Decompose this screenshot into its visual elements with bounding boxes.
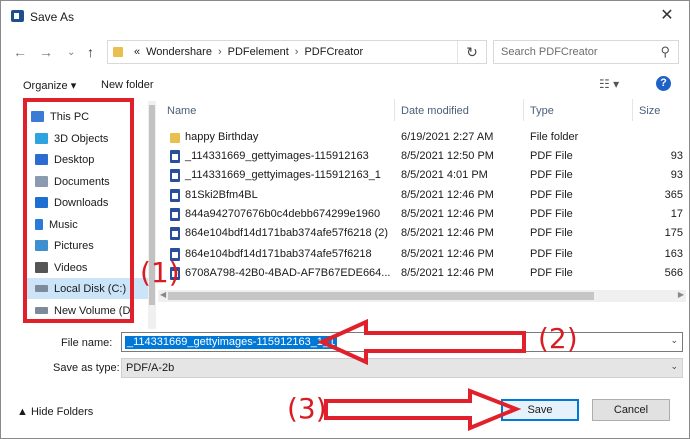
back-arrow-icon[interactable]: ←: [13, 44, 27, 60]
file-name: 81Ski2Bfm4BL: [185, 189, 258, 201]
file-size: 93: [670, 150, 683, 162]
folder-icon: [170, 133, 180, 143]
file-row[interactable]: 844a942707676b0c4debb674299e1960 8/5/202…: [158, 205, 686, 224]
search-placeholder: Search PDFCreator: [501, 46, 598, 58]
column-header-size[interactable]: Size: [639, 105, 660, 117]
file-type: PDF File: [530, 169, 573, 181]
dialog-title: Save As: [30, 10, 75, 24]
column-divider[interactable]: [632, 99, 633, 121]
horizontal-scrollbar[interactable]: ◀ ▶: [158, 290, 686, 302]
annotation-label-1: (1): [140, 256, 180, 289]
file-size: 365: [664, 189, 683, 201]
pdf-file-icon: [170, 169, 180, 182]
search-icon: ⚲: [660, 44, 670, 59]
file-date: 8/5/2021 12:46 PM: [401, 248, 494, 260]
folder-icon: [113, 47, 123, 57]
file-date: 8/5/2021 12:46 PM: [401, 208, 494, 220]
file-name: 6708A798-42B0-4BAD-AF7B67EDE664...: [185, 267, 391, 279]
pdf-file-icon: [170, 227, 180, 240]
file-row[interactable]: 6708A798-42B0-4BAD-AF7B67EDE664... 8/5/2…: [158, 264, 686, 283]
forward-arrow-icon[interactable]: →: [39, 44, 53, 60]
file-list: Name Date modified Type Size happy Birth…: [158, 97, 686, 297]
breadcrumb-wondershare[interactable]: Wondershare: [146, 46, 212, 58]
file-row[interactable]: _114331669_gettyimages-115912163_1 8/5/2…: [158, 166, 686, 185]
sidebar-scrollbar[interactable]: [148, 101, 156, 329]
file-size: 163: [664, 248, 683, 260]
column-divider[interactable]: [523, 99, 524, 121]
file-name: happy Birthday: [185, 131, 259, 143]
file-type: PDF File: [530, 267, 573, 279]
hide-folders-button[interactable]: ▲ Hide Folders: [17, 406, 93, 418]
scroll-right-icon[interactable]: ▶: [678, 290, 684, 299]
column-header-name[interactable]: Name: [167, 105, 196, 117]
recent-locations-icon[interactable]: ⌄: [67, 47, 75, 58]
chevron-down-icon[interactable]: ⌄: [670, 361, 678, 372]
file-date: 8/5/2021 12:46 PM: [401, 227, 494, 239]
file-row[interactable]: 864e104bdf14d171bab374afe57f6218 (2) 8/5…: [158, 224, 686, 243]
scroll-left-icon[interactable]: ◀: [160, 290, 166, 299]
organize-button[interactable]: Organize ▾: [23, 79, 76, 92]
savetype-value: PDF/A-2b: [126, 362, 175, 374]
close-button[interactable]: ✕: [651, 5, 683, 29]
file-type: PDF File: [530, 189, 573, 201]
file-row[interactable]: 81Ski2Bfm4BL 8/5/2021 12:46 PM PDF File …: [158, 186, 686, 205]
app-icon: [11, 10, 24, 22]
scrollbar-thumb[interactable]: [168, 292, 594, 300]
breadcrumb-pdfcreator[interactable]: PDFCreator: [304, 46, 363, 58]
file-date: 8/5/2021 12:50 PM: [401, 150, 494, 162]
file-type: PDF File: [530, 248, 573, 260]
chevron-down-icon[interactable]: ⌄: [670, 335, 678, 346]
breadcrumb: « Wondershare › PDFelement › PDFCreator: [134, 46, 363, 58]
file-row-folder[interactable]: happy Birthday 6/19/2021 2:27 AM File fo…: [158, 128, 686, 147]
annotation-label-3: (3): [287, 392, 327, 425]
annotation-box-1: [23, 98, 134, 323]
file-type: File folder: [530, 131, 579, 143]
file-size: 175: [664, 227, 683, 239]
annotation-arrow-3: [324, 388, 522, 431]
new-folder-button[interactable]: New folder: [101, 79, 154, 91]
savetype-label: Save as type:: [53, 362, 120, 374]
file-date: 8/5/2021 4:01 PM: [401, 169, 488, 181]
search-input[interactable]: Search PDFCreator ⚲: [493, 40, 679, 64]
file-type: PDF File: [530, 227, 573, 239]
pdf-file-icon: [170, 208, 180, 221]
file-name: 864e104bdf14d171bab374afe57f6218: [185, 248, 372, 260]
file-name: 844a942707676b0c4debb674299e1960: [185, 208, 381, 220]
title-bar: Save As ✕: [1, 1, 689, 31]
address-bar[interactable]: « Wondershare › PDFelement › PDFCreator: [107, 40, 487, 64]
file-size: 566: [664, 267, 683, 279]
help-icon[interactable]: ?: [656, 76, 671, 91]
filename-label: File name:: [61, 337, 113, 349]
file-size: 93: [670, 169, 683, 181]
file-date: 6/19/2021 2:27 AM: [401, 131, 494, 143]
annotation-label-2: (2): [538, 322, 578, 355]
breadcrumb-separator: ›: [294, 46, 299, 58]
file-date: 8/5/2021 12:46 PM: [401, 189, 494, 201]
cancel-button[interactable]: Cancel: [592, 399, 670, 421]
column-header-date-modified[interactable]: Date modified: [401, 105, 469, 117]
up-arrow-icon[interactable]: ↑: [87, 44, 94, 60]
file-type: PDF File: [530, 208, 573, 220]
file-date: 8/5/2021 12:46 PM: [401, 267, 494, 279]
annotation-arrow-2: [317, 318, 526, 366]
file-name: _114331669_gettyimages-115912163: [185, 150, 369, 162]
pdf-file-icon: [170, 189, 180, 202]
file-name: _114331669_gettyimages-115912163_1: [185, 169, 381, 181]
file-type: PDF File: [530, 150, 573, 162]
breadcrumb-separator: ›: [217, 46, 222, 58]
column-header-type[interactable]: Type: [530, 105, 554, 117]
filename-value: _114331669_gettyimages-115912163_1_1: [125, 336, 338, 349]
file-size: 17: [670, 208, 683, 220]
refresh-button[interactable]: ↻: [457, 41, 486, 63]
breadcrumb-pdfelement[interactable]: PDFelement: [228, 46, 289, 58]
file-row[interactable]: 864e104bdf14d171bab374afe57f6218 8/5/202…: [158, 245, 686, 264]
breadcrumb-overflow[interactable]: «: [134, 46, 140, 58]
file-name: 864e104bdf14d171bab374afe57f6218 (2): [185, 227, 389, 239]
view-options-icon[interactable]: ☷ ▾: [599, 77, 619, 91]
file-row[interactable]: _114331669_gettyimages-115912163 8/5/202…: [158, 147, 686, 166]
pdf-file-icon: [170, 150, 180, 163]
column-divider[interactable]: [394, 99, 395, 121]
